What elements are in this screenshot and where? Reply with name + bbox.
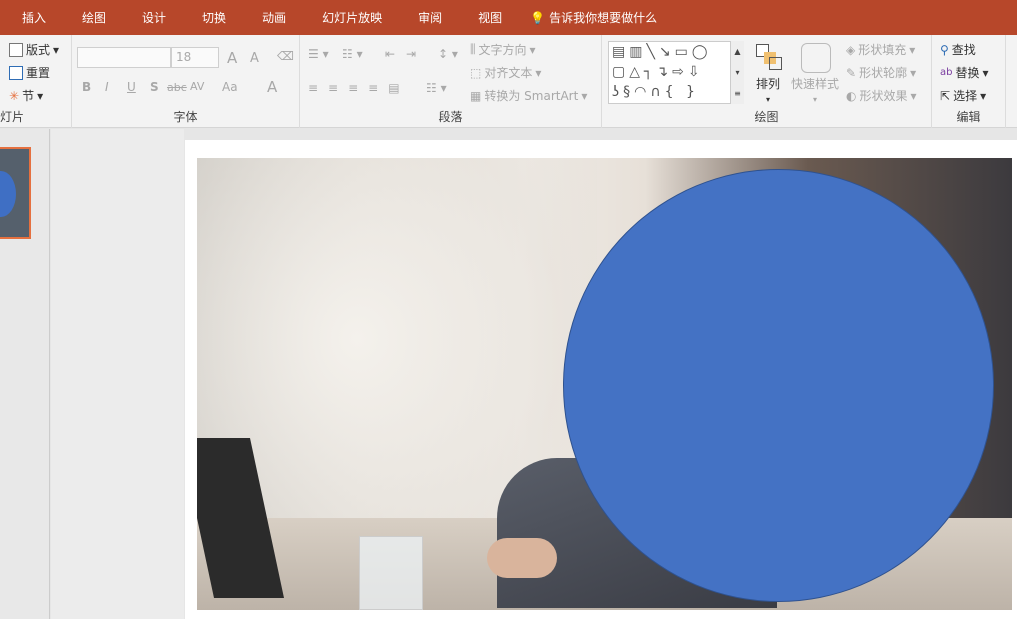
text-direction-icon: ⫼ [470,42,476,56]
tab-view[interactable]: 视图 [464,9,516,26]
font-color-button[interactable]: A [267,78,277,96]
shapes-gallery[interactable]: ▤▥╲↘▭◯ ▢△┐↴⇨⇩ ʖ§◠∩{ } [608,41,744,104]
replace-button[interactable]: ab 替换 ▾ [940,64,989,81]
reset-button[interactable]: 重置 [9,64,50,81]
change-case-button[interactable]: Aa [222,80,238,94]
shape-fill-button[interactable]: ◈ 形状填充 ▾ [846,41,915,58]
numbering-button[interactable]: ☷ ▾ [342,47,363,61]
editing-group-label: 编辑 [956,110,981,124]
font-size-input[interactable]: 18 [171,47,219,68]
shape-effects-label: 形状效果 [859,89,908,103]
align-buttons[interactable]: ≡≡≡≡▤ [308,81,410,95]
decrease-indent-button[interactable]: ⇤ [385,47,395,61]
section-icon: ✳ [9,88,20,103]
shape-outline-button[interactable]: ✎ 形状轮廓 ▾ [846,64,916,81]
shape-outline-label: 形状轮廓 [859,66,908,80]
ribbon: 版式 ▾ 重置 ✳节 ▾ 幻灯片 18 A A ⌫ B I U S abc AV… [0,35,1017,128]
smartart-button[interactable]: ▦ 转换为 SmartArt ▾ [470,87,587,104]
strikethrough-button[interactable]: abc [167,81,187,94]
quick-styles-label: 快速样式 [791,77,840,91]
tell-me-text: 告诉我你想要做什么 [549,11,658,25]
replace-icon: ab [940,67,953,78]
tab-animations[interactable]: 动画 [248,9,300,26]
grow-font-button[interactable]: A [227,49,237,67]
shrink-font-button[interactable]: A [250,51,259,66]
tab-slideshow[interactable]: 幻灯片放映 [308,9,396,26]
arrange-label: 排列 [756,77,781,91]
select-label: 选择 [953,89,978,103]
align-text-label: 对齐文本 [484,66,533,80]
bold-button[interactable]: B [82,80,91,94]
tell-me-box[interactable]: 💡 告诉我你想要做什么 [530,9,657,26]
font-group: 18 A A ⌫ B I U S abc AV Aa A 字体 [72,35,300,128]
water-glass [359,536,423,610]
drawing-group: ▤▥╲↘▭◯ ▢△┐↴⇨⇩ ʖ§◠∩{ } ▲ ▾ ≡ 排列 ▾ 快速样式 ▾ ◈ 形状填充 … [602,35,932,128]
layout-label: 版式 [26,43,51,57]
slides-group: 版式 ▾ 重置 ✳节 ▾ 幻灯片 [0,35,72,128]
shadow-button[interactable]: S [150,80,159,94]
tab-transitions[interactable]: 切换 [188,9,240,26]
search-icon: ⚲ [940,42,949,57]
columns-button[interactable]: ☷ ▾ [426,81,447,95]
select-button[interactable]: ⇱ 选择 ▾ [940,87,986,104]
person-hand [487,538,557,578]
italic-button[interactable]: I [105,80,109,94]
reset-label: 重置 [26,66,51,80]
quick-styles-icon [801,43,831,73]
layout-button[interactable]: 版式 ▾ [9,41,59,58]
effects-icon: ◐ [846,88,857,103]
increase-indent-button[interactable]: ⇥ [406,47,416,61]
section-button[interactable]: ✳ 节 ▾ [9,87,43,104]
replace-label: 替换 [955,66,980,80]
shape-fill-label: 形状填充 [858,43,907,57]
paragraph-group: ☰ ▾ ☷ ▾ ⇤ ⇥ ↕ ▾ ≡≡≡≡▤ ☷ ▾ ⫼ 文字方向 ▾ ⬚ 对齐文本 … [300,35,602,128]
text-direction-label: 文字方向 [478,43,527,57]
tab-design[interactable]: 设计 [128,9,180,26]
quick-styles-button[interactable]: 快速样式 ▾ [791,75,839,104]
line-spacing-button[interactable]: ↕ ▾ [438,47,458,61]
font-group-label: 字体 [173,110,198,124]
tab-review[interactable]: 审阅 [404,9,456,26]
tab-insert[interactable]: 插入 [8,9,60,26]
blue-circle-shape[interactable] [563,169,994,602]
editing-group: ⚲ 查找 ab 替换 ▾ ⇱ 选择 ▾ 编辑 [932,35,1006,128]
align-text-button[interactable]: ⬚ 对齐文本 ▾ [470,64,541,81]
clear-format-icon[interactable]: ⌫ [277,49,294,63]
reset-icon [9,65,23,80]
underline-button[interactable]: U [127,80,136,94]
pane-background [51,129,184,619]
lightbulb-icon: 💡 [530,10,546,25]
tab-draw[interactable]: 绘图 [68,9,120,26]
char-spacing-button[interactable]: AV [190,80,204,93]
pencil-icon: ✎ [846,65,857,80]
smartart-icon: ▦ [470,88,482,103]
drawing-group-label: 绘图 [754,110,779,124]
font-name-input[interactable] [77,47,171,68]
arrange-icon [756,44,782,70]
ribbon-tabs: 插入 绘图 设计 切换 动画 幻灯片放映 审阅 视图 💡 告诉我你想要做什么 [0,0,1017,35]
shape-effects-button[interactable]: ◐ 形状效果 ▾ [846,87,917,104]
gallery-scroll[interactable]: ▲ ▾ ≡ [730,41,744,104]
section-label: 节 [22,89,35,103]
paragraph-group-label: 段落 [438,110,463,124]
align-text-icon: ⬚ [470,65,482,80]
thumbnail-circle [0,171,16,217]
layout-icon [9,42,23,57]
smartart-label: 转换为 SmartArt [484,89,579,103]
bullets-button[interactable]: ☰ ▾ [308,47,329,61]
find-button[interactable]: ⚲ 查找 [940,41,976,58]
arrange-button[interactable]: 排列 ▾ [756,75,780,104]
cursor-icon: ⇱ [940,88,951,103]
text-direction-button[interactable]: ⫼ 文字方向 ▾ [470,41,536,58]
paint-bucket-icon: ◈ [846,42,856,57]
slides-group-label: 幻灯片 [0,110,25,124]
slide-thumbnail-1[interactable] [0,147,31,239]
find-label: 查找 [951,43,976,57]
